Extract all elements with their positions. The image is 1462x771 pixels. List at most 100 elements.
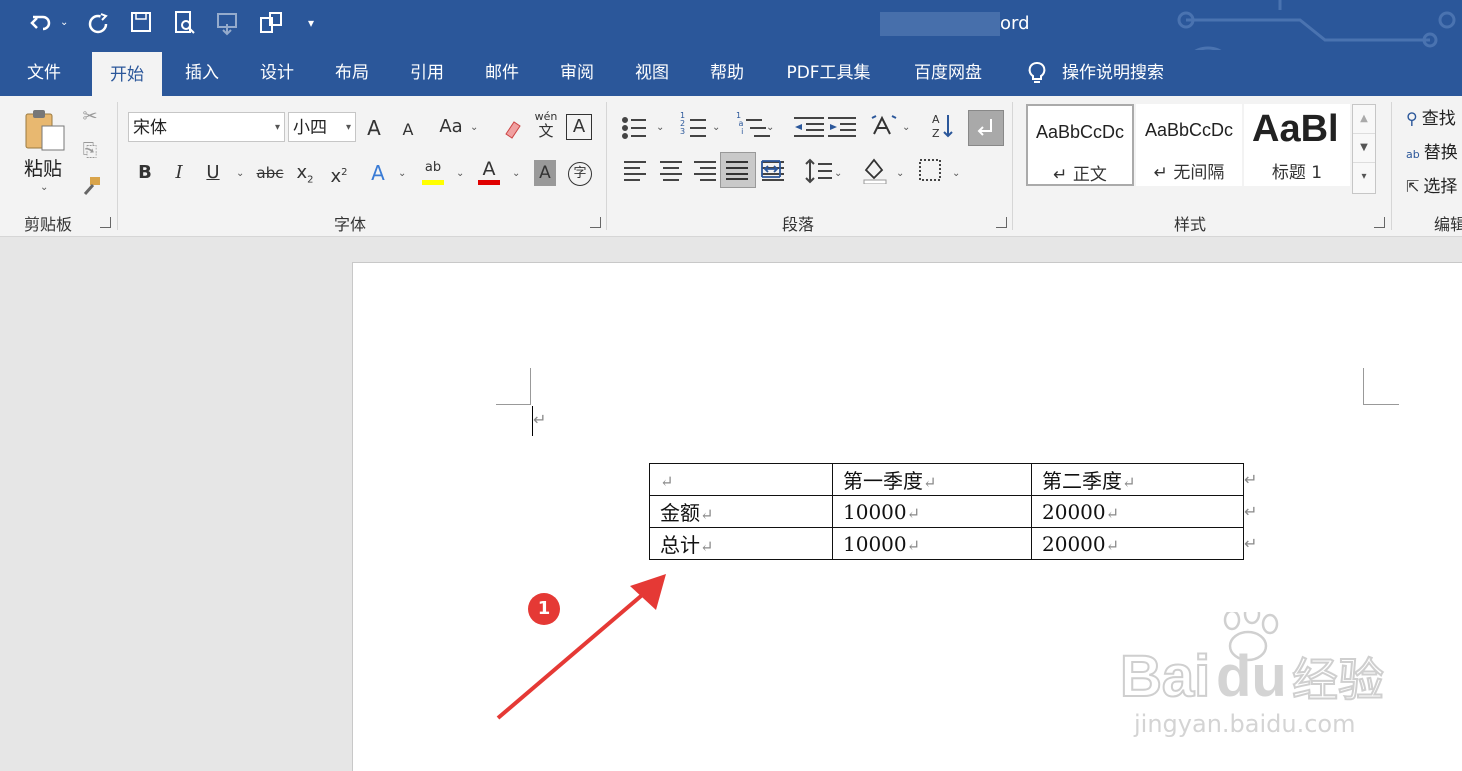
text-effects-icon[interactable]: A bbox=[366, 160, 390, 186]
table-cell[interactable]: 金额↵ bbox=[649, 495, 833, 528]
decrease-indent-icon[interactable] bbox=[792, 110, 824, 138]
paste-dropdown-icon[interactable]: ⌄ bbox=[40, 182, 48, 193]
text-effects-dropdown-icon[interactable]: ⌄ bbox=[398, 168, 406, 179]
underline-dropdown-icon[interactable]: ⌄ bbox=[236, 168, 244, 179]
change-case-icon[interactable]: Aa bbox=[436, 114, 466, 140]
cut-icon[interactable]: ✂ bbox=[78, 104, 102, 130]
document-table[interactable]: ↵ 第一季度↵ 第二季度↵ 金额↵ 10000↵ 20000↵ 总计↵ 1000… bbox=[649, 463, 1244, 560]
undo-icon[interactable] bbox=[28, 10, 54, 36]
tell-me-search[interactable]: 操作说明搜索 bbox=[1062, 50, 1177, 96]
phonetic-guide-icon[interactable]: wén 文 bbox=[534, 110, 558, 139]
numbering-icon[interactable]: 123 bbox=[680, 110, 720, 138]
paste-button[interactable]: 粘贴 bbox=[24, 154, 62, 181]
shading-dropdown-icon[interactable]: ⌄ bbox=[896, 168, 904, 179]
chinese-layout-dropdown-icon[interactable]: ⌄ bbox=[902, 122, 910, 133]
borders-dropdown-icon[interactable]: ⌄ bbox=[952, 168, 960, 179]
highlight-icon[interactable]: ab bbox=[420, 160, 446, 186]
align-left-icon[interactable] bbox=[624, 158, 650, 182]
tab-view[interactable]: 视图 bbox=[622, 50, 682, 96]
touch-mode-icon[interactable] bbox=[215, 10, 241, 36]
table-cell[interactable]: 总计↵ bbox=[649, 527, 833, 560]
styles-launcher-icon[interactable] bbox=[1374, 217, 1385, 228]
tab-baidu-netdisk[interactable]: 百度网盘 bbox=[902, 50, 994, 96]
character-shading-icon[interactable]: A bbox=[534, 160, 556, 186]
copy-icon[interactable]: ⎘ bbox=[78, 138, 102, 164]
subscript-x: x bbox=[296, 162, 308, 183]
dropdown-icon[interactable]: ⌄ bbox=[60, 10, 68, 36]
scroll-down-icon[interactable]: ▼ bbox=[1353, 133, 1375, 162]
select-button[interactable]: ⇱ 选择 bbox=[1406, 172, 1462, 198]
bold-icon[interactable]: B bbox=[134, 160, 156, 186]
table-cell[interactable]: 10000↵ bbox=[832, 495, 1032, 528]
font-launcher-icon[interactable] bbox=[590, 217, 601, 228]
table-row: 总计↵ 10000↵ 20000↵ bbox=[649, 527, 1244, 560]
table-cell[interactable]: 10000↵ bbox=[832, 527, 1032, 560]
bullets-icon[interactable] bbox=[624, 110, 664, 138]
highlight-dropdown-icon[interactable]: ⌄ bbox=[456, 168, 464, 179]
multilevel-list-icon[interactable]: 1 a i bbox=[736, 110, 776, 138]
print-preview-icon[interactable] bbox=[173, 10, 197, 36]
style-no-spacing[interactable]: AaBbCcDc ↵ 无间隔 bbox=[1136, 104, 1242, 186]
tab-insert[interactable]: 插入 bbox=[172, 50, 232, 96]
borders-icon[interactable] bbox=[918, 158, 942, 182]
sort-icon[interactable]: AZ bbox=[932, 112, 954, 140]
align-right-icon[interactable] bbox=[692, 158, 718, 182]
lightbulb-icon[interactable] bbox=[1024, 60, 1050, 86]
font-color-icon[interactable]: A bbox=[476, 158, 502, 188]
paste-icon[interactable] bbox=[22, 108, 68, 151]
style-heading-1[interactable]: AaBl 标题 1 bbox=[1244, 104, 1350, 186]
table-cell[interactable]: ↵ bbox=[649, 463, 833, 496]
enclose-characters-icon[interactable]: 字 bbox=[568, 162, 592, 186]
tab-help[interactable]: 帮助 bbox=[697, 50, 757, 96]
tab-mailings[interactable]: 邮件 bbox=[472, 50, 532, 96]
scroll-up-icon[interactable]: ▲ bbox=[1353, 105, 1375, 133]
superscript-icon[interactable]: x2 bbox=[326, 160, 352, 190]
show-marks-button[interactable] bbox=[968, 110, 1004, 146]
justify-icon bbox=[726, 161, 748, 180]
find-button[interactable]: ⚲ 查找 bbox=[1406, 104, 1462, 130]
grow-font-icon[interactable]: A bbox=[362, 115, 386, 141]
paragraph-launcher-icon[interactable] bbox=[996, 217, 1007, 228]
redo-icon[interactable] bbox=[86, 10, 110, 36]
table-cell[interactable]: 第二季度↵ bbox=[1031, 463, 1244, 496]
subscript-icon[interactable]: x2 bbox=[292, 160, 318, 194]
tab-layout[interactable]: 布局 bbox=[322, 50, 382, 96]
chevron-down-icon: ▾ bbox=[345, 122, 351, 133]
cell-mark: ↵ bbox=[700, 505, 714, 524]
tab-file[interactable]: 文件 bbox=[14, 50, 74, 96]
line-spacing-dropdown-icon[interactable]: ⌄ bbox=[834, 168, 842, 179]
table-cell[interactable]: 20000↵ bbox=[1031, 495, 1244, 528]
align-center-icon[interactable] bbox=[658, 158, 684, 182]
tab-review[interactable]: 审阅 bbox=[547, 50, 607, 96]
save-icon[interactable] bbox=[130, 10, 152, 34]
strikethrough-icon[interactable]: abc bbox=[254, 160, 286, 186]
customize-icon[interactable]: ▾ bbox=[308, 10, 314, 36]
distributed-icon[interactable] bbox=[760, 158, 782, 180]
font-name-select[interactable]: 宋体 ▾ bbox=[128, 112, 285, 142]
font-size-select[interactable]: 小四 ▾ bbox=[288, 112, 356, 142]
tab-home[interactable]: 开始 bbox=[92, 52, 162, 96]
clipboard-launcher-icon[interactable] bbox=[100, 217, 111, 228]
line-spacing-icon[interactable] bbox=[800, 158, 834, 184]
increase-indent-icon[interactable] bbox=[828, 110, 860, 138]
italic-icon[interactable]: I bbox=[168, 160, 190, 186]
replace-button[interactable]: ab 替换 bbox=[1406, 138, 1462, 164]
change-case-dropdown-icon[interactable]: ⌄ bbox=[470, 122, 478, 133]
tab-design[interactable]: 设计 bbox=[247, 50, 307, 96]
clear-formatting-icon[interactable] bbox=[500, 116, 524, 140]
table-cell[interactable]: 第一季度↵ bbox=[832, 463, 1032, 496]
chinese-layout-icon[interactable] bbox=[870, 114, 898, 138]
styles-scroll[interactable]: ▲ ▼ ▾ bbox=[1352, 104, 1376, 194]
font-color-dropdown-icon[interactable]: ⌄ bbox=[512, 168, 520, 179]
format-painter-icon[interactable] bbox=[80, 174, 104, 198]
tab-references[interactable]: 引用 bbox=[397, 50, 457, 96]
style-normal[interactable]: AaBbCcDc ↵ 正文 bbox=[1026, 104, 1134, 186]
character-border-icon[interactable]: A bbox=[566, 114, 592, 140]
more-styles-icon[interactable]: ▾ bbox=[1353, 162, 1375, 191]
format-icon[interactable] bbox=[258, 10, 284, 36]
shading-icon[interactable] bbox=[862, 156, 888, 185]
tab-pdf-tools[interactable]: PDF工具集 bbox=[776, 50, 881, 96]
table-cell[interactable]: 20000↵ bbox=[1031, 527, 1244, 560]
shrink-font-icon[interactable]: A bbox=[396, 117, 420, 143]
underline-icon[interactable]: U bbox=[202, 160, 224, 186]
